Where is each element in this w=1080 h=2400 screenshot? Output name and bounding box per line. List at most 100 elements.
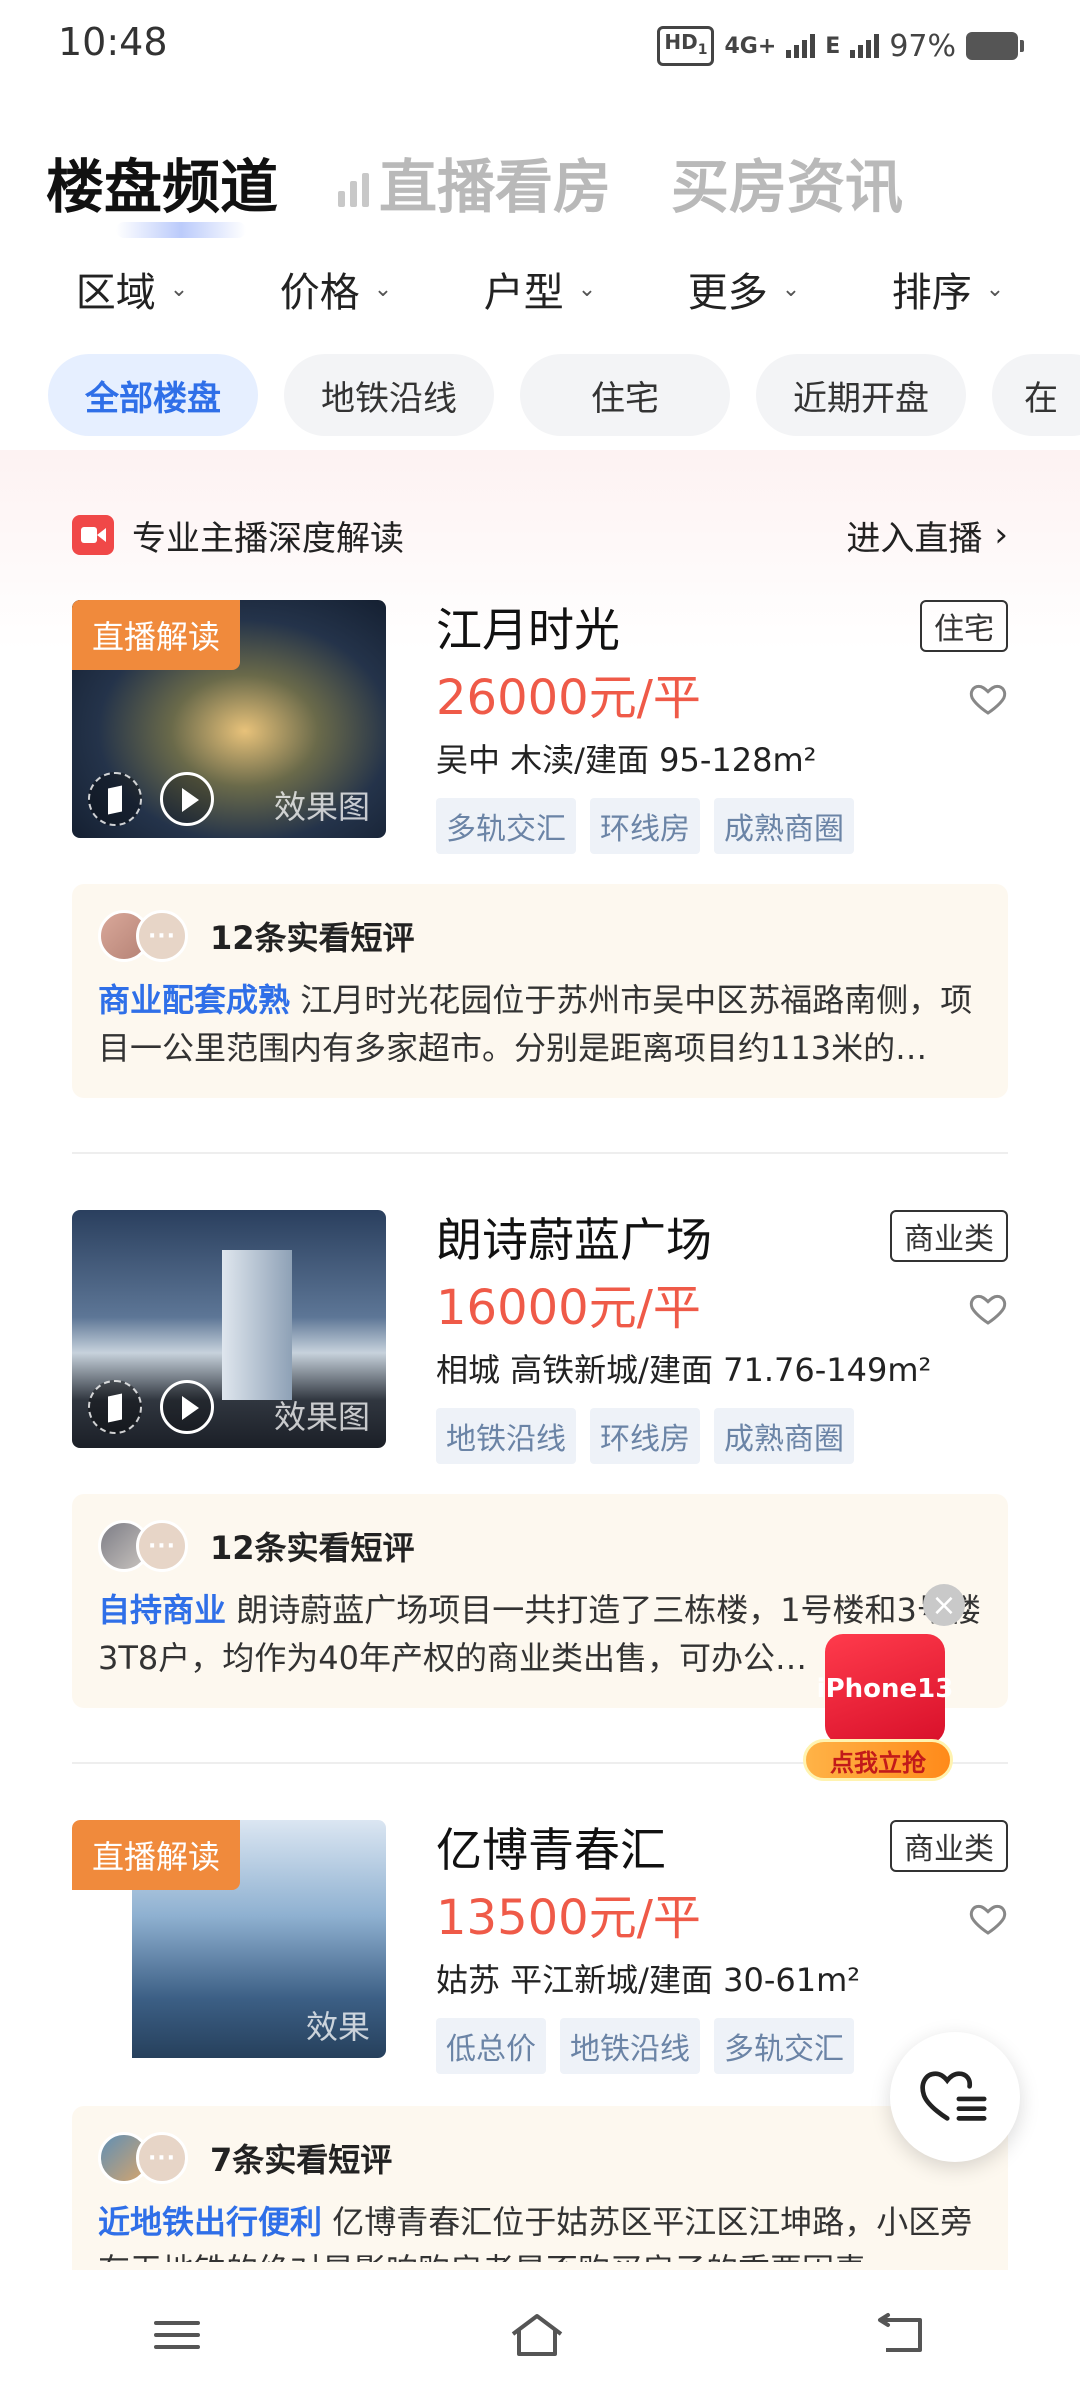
more-avatar: ··· (136, 2132, 188, 2184)
chevron-down-icon: ⌄ (781, 276, 801, 302)
filter-price[interactable]: 价格 ⌄ (280, 260, 392, 318)
chip-metro-line[interactable]: 地铁沿线 (284, 354, 494, 436)
channel-tabs: 楼盘频道 直播看房 买房资讯 (46, 140, 963, 238)
property-type-badge: 商业类 (890, 1210, 1008, 1262)
favorites-list-button[interactable] (890, 2032, 1020, 2162)
tag: 地铁沿线 (436, 1408, 576, 1464)
chevron-down-icon: ⌄ (373, 276, 393, 302)
property-price: 26000元/平 (436, 670, 701, 726)
reviewer-avatars: ··· (98, 2132, 194, 2184)
filter-layout[interactable]: 户型 ⌄ (484, 260, 596, 318)
tab-housing-news[interactable]: 买房资讯 (671, 140, 903, 224)
review-highlight: 商业配套成熟 (98, 981, 291, 1019)
tab-live-viewing[interactable]: 直播看房 (338, 140, 611, 224)
property-type-badge: 商业类 (890, 1820, 1008, 1872)
filter-more[interactable]: 更多 ⌄ (688, 260, 800, 318)
rendering-label: 效果 (305, 2008, 370, 2046)
tag: 地铁沿线 (560, 2018, 700, 2074)
more-avatar: ··· (136, 1520, 188, 1572)
divider (72, 1152, 1008, 1154)
review-count: 12条实看短评 (210, 1529, 415, 1567)
tag: 多轨交汇 (436, 798, 576, 854)
more-avatar: ··· (136, 910, 188, 962)
menu-icon[interactable] (152, 2315, 202, 2355)
tag: 环线房 (590, 1408, 700, 1464)
property-type-badge: 住宅 (920, 600, 1008, 652)
heart-icon[interactable] (968, 1288, 1008, 1328)
building-graphic (222, 1250, 292, 1400)
network-e-label: E (825, 33, 841, 59)
tab-live-viewing-label: 直播看房 (379, 153, 612, 221)
listing-card[interactable]: 直播解读 效果图 江月时光 住宅 26000元/平 吴中 木渎/建面 95-12… (72, 600, 1008, 854)
tag: 成熟商圈 (714, 1408, 854, 1464)
promo-product[interactable]: iPhone13 (817, 1634, 953, 1744)
video-camera-icon (72, 515, 114, 555)
listing-card[interactable]: 直播解读 效果 亿博青春汇 商业类 13500元/平 姑苏 平江新城/建面 30… (72, 1820, 1008, 2074)
review-text: 商业配套成熟 江月时光花园位于苏州市吴中区苏福路南侧，项目一公里范围内有多家超市… (98, 981, 973, 1067)
tag: 多轨交汇 (714, 2018, 854, 2074)
review-count: 12条实看短评 (210, 919, 415, 957)
live-interpretation-badge: 直播解读 (72, 600, 241, 670)
play-icon[interactable] (160, 772, 214, 826)
property-location: 姑苏 平江新城/建面 30-61m² (436, 1961, 861, 1999)
listing-thumbnail[interactable]: 直播解读 效果图 (72, 600, 386, 838)
chip-partial[interactable]: 在 (992, 354, 1080, 436)
close-icon[interactable]: × (923, 1584, 965, 1626)
review-text: 近地铁出行便利 亿博青春汇位于姑苏区平江区江坤路，小区旁有无地铁的绝对是影响购房… (98, 2203, 973, 2262)
reviewer-avatars: ··· (98, 1520, 194, 1572)
live-interpretation-badge: 直播解读 (72, 1820, 241, 1890)
system-nav-bar (0, 2270, 1080, 2400)
hd-voice-icon: HD1 (657, 26, 715, 66)
status-time: 10:48 (58, 20, 168, 64)
vr-tour-icon[interactable] (88, 772, 142, 826)
promo-float[interactable]: × iPhone13 点我立抢 (795, 1584, 965, 1784)
live-banner-title: 专业主播深度解读 (132, 518, 404, 559)
chevron-down-icon: ⌄ (577, 276, 597, 302)
signal-icon-2 (850, 34, 880, 58)
property-tags: 地铁沿线 环线房 成熟商圈 (436, 1408, 1008, 1464)
chip-recent-opening[interactable]: 近期开盘 (756, 354, 966, 436)
review-count: 7条实看短评 (210, 2141, 393, 2179)
live-banner[interactable]: 专业主播深度解读 进入直播 › (72, 510, 1008, 560)
vr-tour-icon[interactable] (88, 1380, 142, 1434)
chevron-down-icon: ⌄ (985, 276, 1005, 302)
rendering-label: 效果图 (273, 1398, 370, 1436)
heart-icon[interactable] (968, 1898, 1008, 1938)
network-4g-label: 4G+ (724, 33, 777, 59)
chip-all-properties[interactable]: 全部楼盘 (48, 354, 258, 436)
signal-icon (786, 34, 816, 58)
chevron-right-icon: › (994, 515, 1008, 555)
promo-grab-button[interactable]: 点我立抢 (803, 1739, 953, 1781)
tag: 环线房 (590, 798, 700, 854)
review-card[interactable]: ··· 7条实看短评 近地铁出行便利 亿博青春汇位于姑苏区平江区江坤路，小区旁有… (72, 2106, 1008, 2276)
category-chips: 全部楼盘 地铁沿线 住宅 近期开盘 在 (48, 354, 1080, 436)
back-icon[interactable] (872, 2312, 928, 2358)
heart-icon[interactable] (968, 678, 1008, 718)
live-bars-icon (338, 173, 370, 207)
listing-thumbnail[interactable]: 直播解读 效果 (72, 1820, 386, 2058)
filter-region[interactable]: 区域 ⌄ (76, 260, 188, 318)
property-price: 13500元/平 (436, 1890, 701, 1946)
filter-bar: 区域 ⌄ 价格 ⌄ 户型 ⌄ 更多 ⌄ 排序 ⌄ (0, 260, 1080, 318)
listing-card[interactable]: 效果图 朗诗蔚蓝广场 商业类 16000元/平 相城 高铁新城/建面 71.76… (72, 1210, 1008, 1464)
tab-property-channel[interactable]: 楼盘频道 (46, 140, 278, 238)
listing-thumbnail[interactable]: 效果图 (72, 1210, 386, 1448)
property-tags: 多轨交汇 环线房 成熟商圈 (436, 798, 1008, 854)
status-bar: 10:48 HD1 4G+ E 97% (0, 0, 1080, 84)
property-price: 16000元/平 (436, 1280, 701, 1336)
heart-list-icon (920, 2071, 987, 2121)
property-location: 吴中 木渎/建面 95-128m² (436, 741, 817, 779)
review-card[interactable]: ··· 12条实看短评 商业配套成熟 江月时光花园位于苏州市吴中区苏福路南侧，项… (72, 884, 1008, 1098)
chip-residential[interactable]: 住宅 (520, 354, 730, 436)
reviewer-avatars: ··· (98, 910, 194, 962)
play-icon[interactable] (160, 1380, 214, 1434)
rendering-label: 效果图 (273, 788, 370, 826)
battery-percent: 97% (889, 28, 956, 64)
home-icon[interactable] (507, 2310, 567, 2360)
property-location: 相城 高铁新城/建面 71.76-149m² (436, 1351, 932, 1389)
tag: 低总价 (436, 2018, 546, 2074)
enter-live-link[interactable]: 进入直播 › (846, 511, 1008, 560)
review-highlight: 自持商业 (98, 1591, 227, 1629)
tag: 成熟商圈 (714, 798, 854, 854)
filter-sort[interactable]: 排序 ⌄ (892, 260, 1004, 318)
